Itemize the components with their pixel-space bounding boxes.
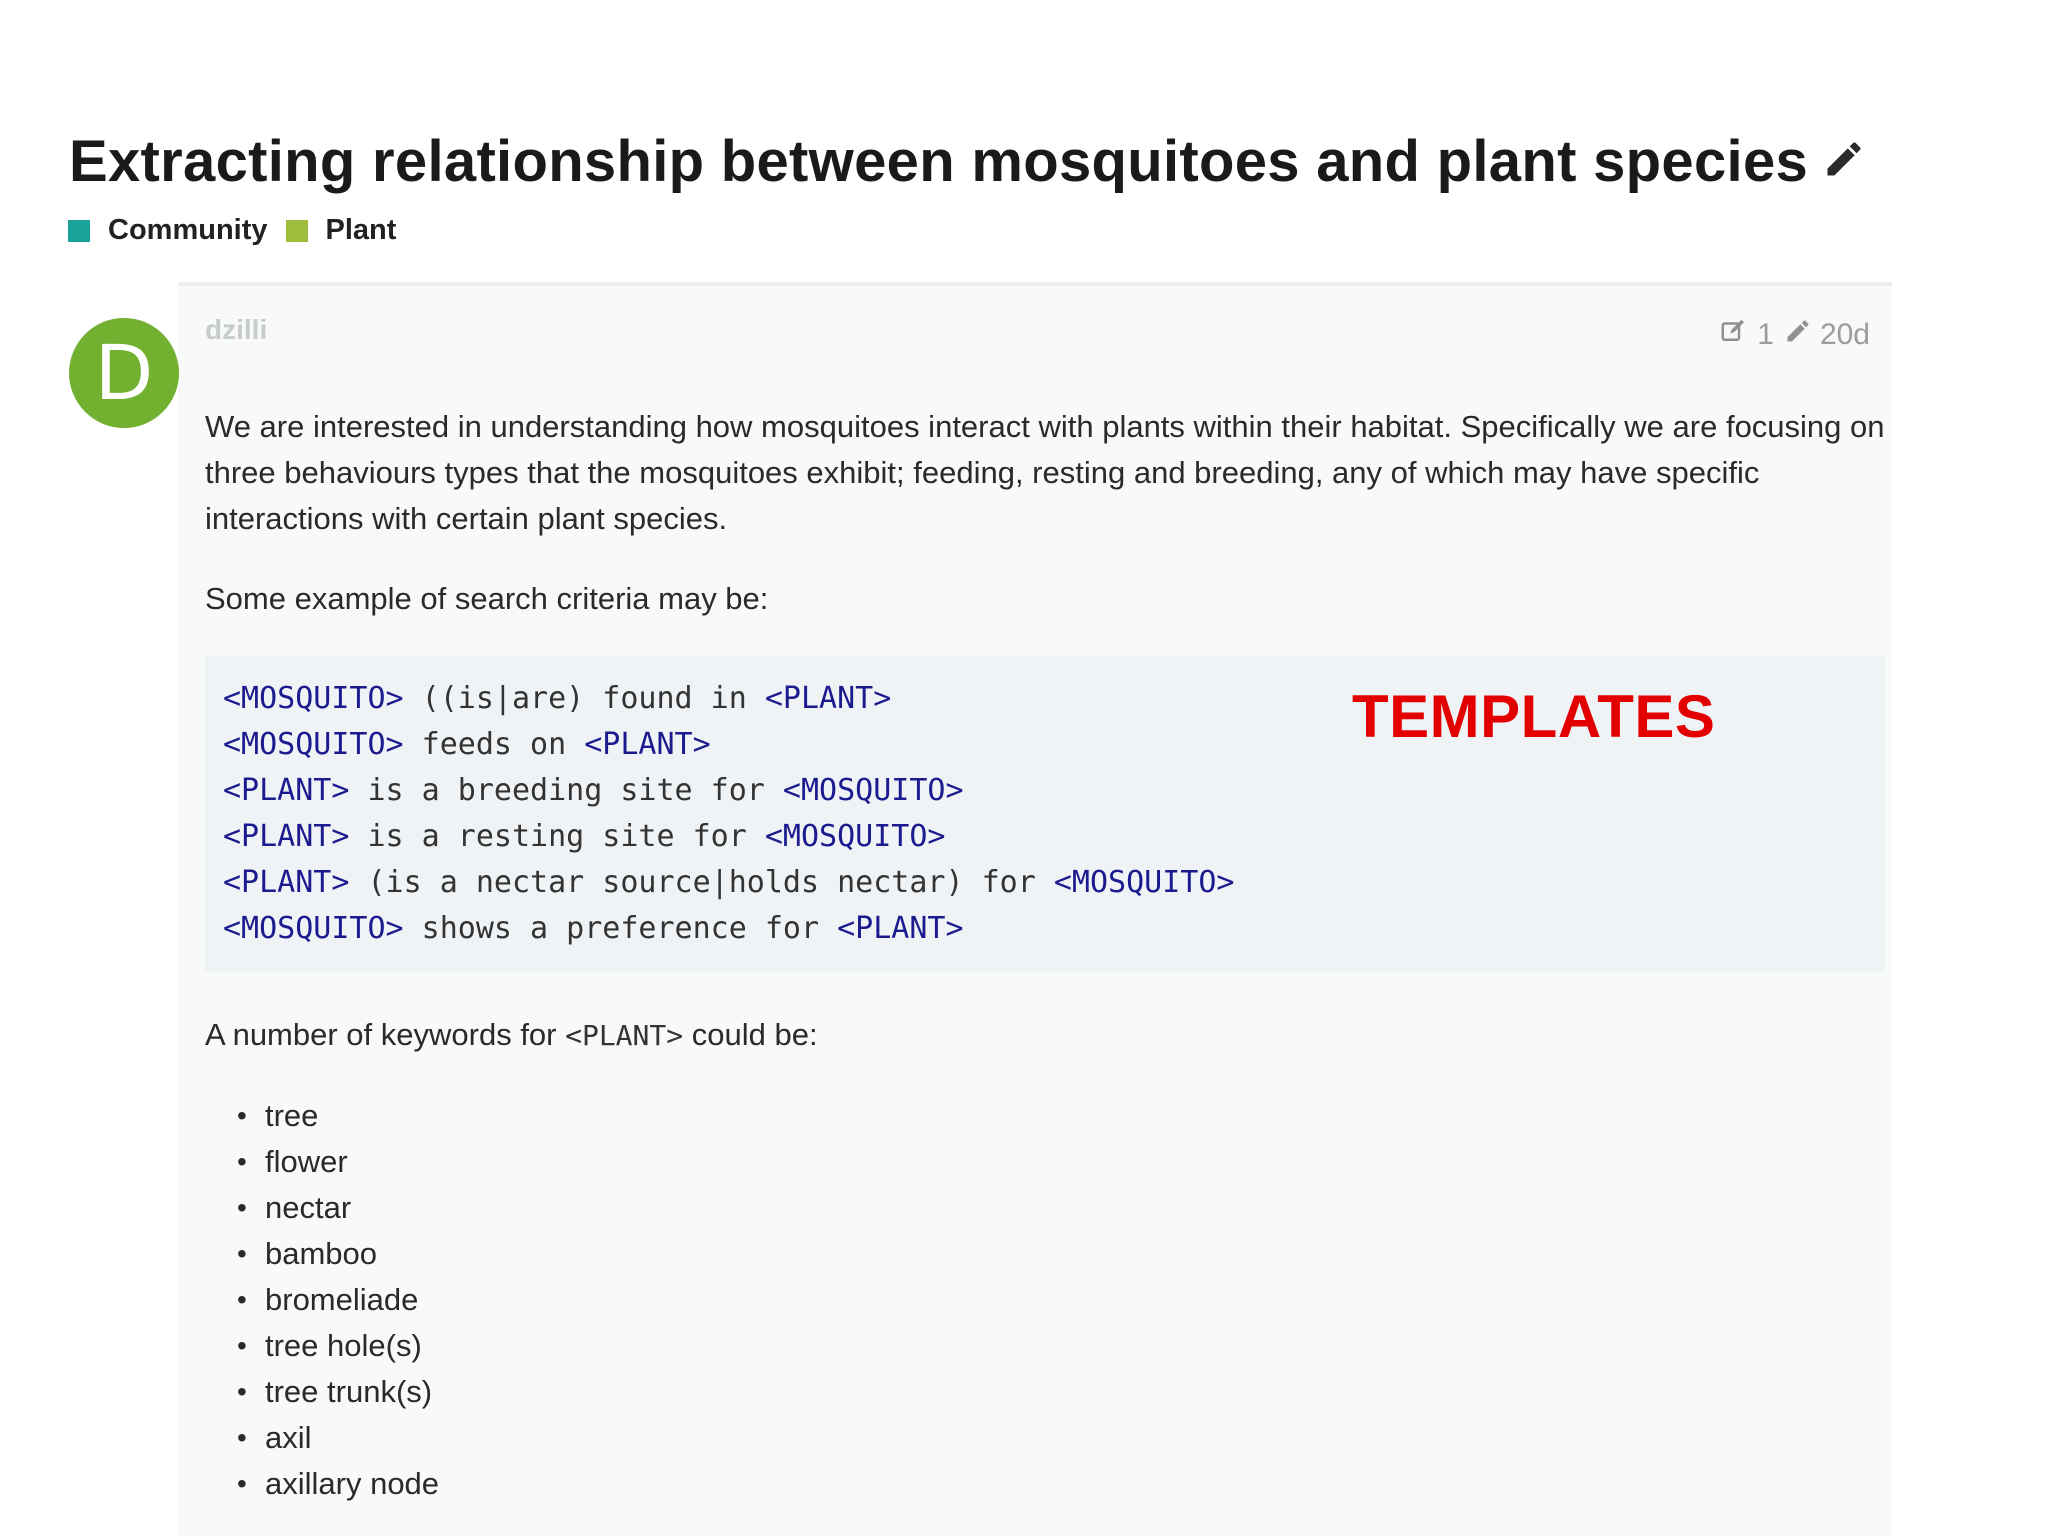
template-line: <PLANT> (is a nectar source|holds nectar…	[223, 860, 1867, 906]
pencil-icon	[1784, 317, 1812, 353]
template-text: shows a preference for	[403, 911, 838, 946]
template-line: <PLANT> is a breeding site for <MOSQUITO…	[223, 768, 1867, 814]
keywords-lead-end: could be:	[683, 1017, 818, 1052]
keyword-item: nectar	[237, 1185, 1885, 1231]
entity-tag: <PLANT>	[223, 865, 350, 900]
template-line: <MOSQUITO> shows a preference for <PLANT…	[223, 906, 1867, 952]
template-text: (is a nectar source|holds nectar) for	[349, 865, 1054, 900]
post-intro: We are interested in understanding how m…	[205, 409, 1885, 536]
entity-tag: <MOSQUITO>	[782, 773, 964, 808]
template-line: <PLANT> is a resting site for <MOSQUITO>	[223, 814, 1867, 860]
entity-tag: <MOSQUITO>	[764, 819, 946, 854]
template-text: feeds on	[403, 727, 585, 762]
search-criteria-lead: Some example of search criteria may be:	[205, 581, 769, 616]
edit-count[interactable]: 1	[1757, 318, 1774, 352]
entity-tag: <PLANT>	[223, 819, 350, 854]
category-plant[interactable]: Plant	[285, 214, 397, 247]
keyword-item: axillary node	[237, 1461, 1885, 1507]
entity-tag: <MOSQUITO>	[223, 911, 404, 946]
template-text: is a breeding site for	[349, 773, 783, 808]
keyword-item: flower	[237, 1139, 1885, 1185]
topic-title: Extracting relationship between mosquito…	[69, 128, 1866, 195]
topic-title-text: Extracting relationship between mosquito…	[69, 129, 1809, 194]
keyword-item: bamboo	[237, 1231, 1885, 1277]
entity-tag: <MOSQUITO>	[1053, 865, 1235, 900]
keyword-item: bromeliade	[237, 1277, 1885, 1323]
entity-tag: <PLANT>	[837, 911, 964, 946]
pencil-icon[interactable]	[1822, 128, 1866, 195]
post-body: We are interested in understanding how m…	[205, 404, 1885, 1507]
keyword-item: tree	[237, 1093, 1885, 1139]
entity-tag: <PLANT>	[764, 681, 892, 716]
keyword-item: axil	[237, 1415, 1885, 1461]
entity-tag: <MOSQUITO>	[223, 727, 404, 762]
templates-annotation: TEMPLATES	[1352, 683, 1716, 750]
category-community[interactable]: Community	[68, 214, 268, 247]
keyword-item: tree trunk(s)	[237, 1369, 1885, 1415]
category-label: Community	[108, 214, 268, 246]
keywords-lead-code: <PLANT>	[565, 1019, 684, 1052]
post-age[interactable]: 20d	[1820, 318, 1870, 352]
keywords-list: treeflowernectarbamboobromeliadetree hol…	[237, 1093, 1885, 1507]
category-swatch	[68, 219, 90, 242]
topic-categories: Community Plant	[68, 214, 414, 247]
entity-tag: <MOSQUITO>	[223, 681, 404, 716]
keyword-item: tree hole(s)	[237, 1323, 1885, 1369]
keywords-lead: A number of keywords for <PLANT> could b…	[205, 1012, 1885, 1059]
category-swatch	[285, 219, 308, 242]
entity-tag: <PLANT>	[584, 727, 711, 762]
template-text: is a resting site for	[349, 819, 765, 854]
entity-tag: <PLANT>	[223, 773, 350, 808]
avatar[interactable]: D	[69, 318, 179, 428]
post-meta: 1 20d	[1719, 316, 1870, 354]
edit-history-icon[interactable]	[1719, 316, 1749, 354]
keywords-lead-text: A number of keywords for	[205, 1017, 566, 1052]
username[interactable]: dzilli	[205, 314, 267, 346]
template-text: ((is|are) found in	[403, 681, 765, 716]
category-label: Plant	[325, 214, 397, 246]
